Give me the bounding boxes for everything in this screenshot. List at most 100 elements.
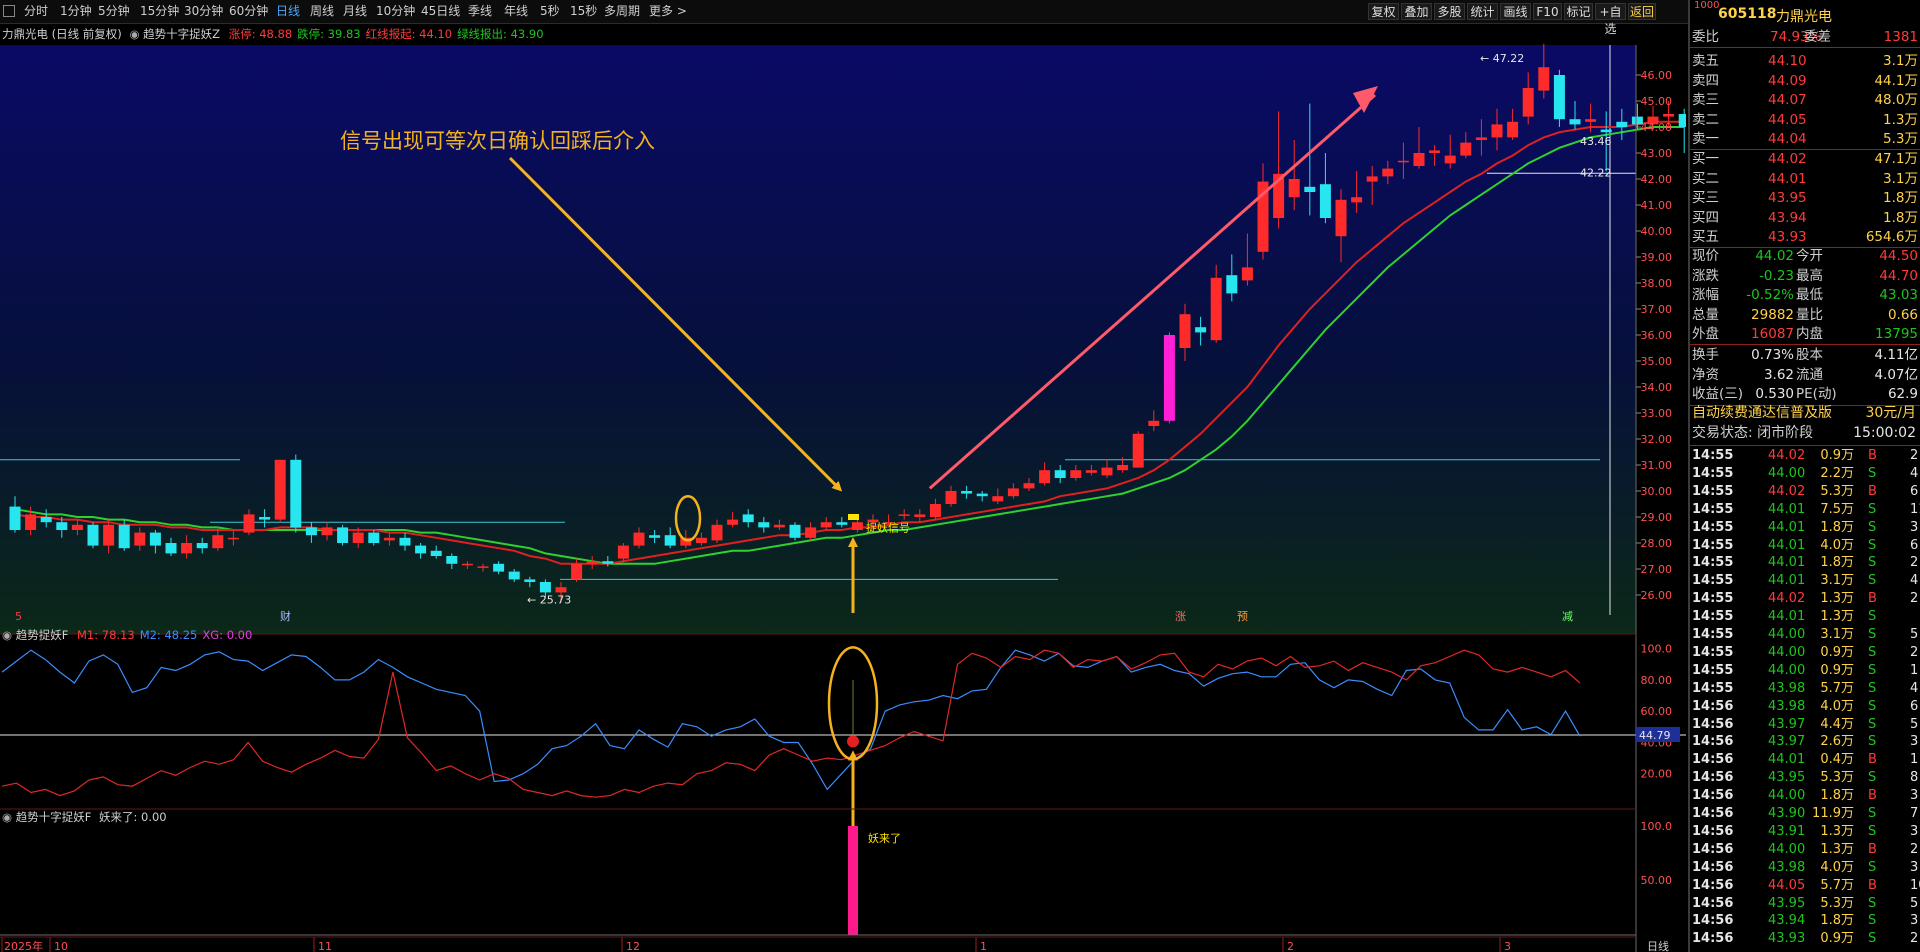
price-tick-label: 40.00: [1641, 225, 1673, 238]
candle-body: [1351, 197, 1363, 203]
weibi-row: 委比 74.93% 委差 1381: [1690, 28, 1920, 46]
period-tab-0[interactable]: 分时: [24, 0, 48, 23]
tick-row: 14:56 44.05 5.7万 B 10: [1690, 877, 1920, 895]
period-tab-8[interactable]: 月线: [343, 0, 367, 23]
price-tick-label: 42.00: [1641, 173, 1673, 186]
period-tab-6[interactable]: 日线: [276, 0, 300, 23]
period-tab-10[interactable]: 45日线: [421, 0, 460, 23]
date-label: 2: [1287, 940, 1294, 952]
tick-time: 14:56: [1692, 806, 1734, 821]
stat2-value: 3.62: [1763, 366, 1794, 383]
tick-time: 14:56: [1692, 734, 1734, 750]
tick-vol: 4.4万: [1820, 716, 1854, 732]
buy-vol: 1.8万: [1883, 209, 1918, 226]
tick-dir: S: [1868, 644, 1877, 660]
candle-body: [602, 561, 614, 564]
candle-body: [976, 493, 988, 497]
tick-dir: S: [1868, 734, 1877, 750]
period-tab-3[interactable]: 15分钟: [140, 0, 179, 23]
toolbar-button-5[interactable]: F10: [1533, 3, 1562, 20]
period-tab-13[interactable]: 5秒: [540, 0, 560, 23]
tick-vol: 1.8万: [1820, 913, 1854, 929]
period-tab-1[interactable]: 1分钟: [60, 0, 92, 23]
candle-body: [430, 550, 442, 556]
sub1-gear-icon[interactable]: ◉: [2, 628, 12, 642]
tick-count: 2: [1910, 841, 1919, 857]
candle-body: [196, 543, 208, 549]
toolbar-button-6[interactable]: 标记: [1564, 3, 1593, 20]
price-label-l2: 42.22: [1580, 166, 1612, 179]
period-tab-16[interactable]: 更多 >: [649, 0, 687, 23]
period-tab-7[interactable]: 周线: [310, 0, 334, 23]
tick-row: 14:56 43.93 0.9万 S 2: [1690, 930, 1920, 948]
period-tab-9[interactable]: 10分钟: [376, 0, 415, 23]
sub1-value-2: XG: 0.00: [202, 628, 253, 642]
toolbar-button-8[interactable]: 返回: [1628, 3, 1656, 20]
candle-body: [1039, 470, 1051, 484]
candle-body: [617, 545, 629, 559]
tick-dir: S: [1868, 716, 1877, 732]
tick-dir: S: [1868, 770, 1877, 786]
stat-label: 涨跌: [1692, 267, 1719, 284]
period-tab-5[interactable]: 60分钟: [229, 0, 268, 23]
toolbar-button-0[interactable]: 复权: [1368, 3, 1399, 20]
sub2-gear-icon[interactable]: ◉: [2, 810, 12, 824]
price-pane-bg: [0, 45, 1636, 634]
tick-row: 14:56 43.94 1.8万 S 3: [1690, 912, 1920, 930]
period-tab-15[interactable]: 多周期: [604, 0, 640, 23]
sub2-value: 妖来了: 0.00: [98, 810, 167, 824]
period-tab-11[interactable]: 季线: [468, 0, 492, 23]
tick-row: 14:56 43.98 4.0万 S 6: [1690, 698, 1920, 716]
buy-price: 43.93: [1768, 229, 1807, 245]
candle-body: [493, 563, 505, 572]
sell-price: 44.09: [1768, 72, 1807, 89]
sell-vol: 3.1万: [1883, 53, 1918, 69]
candle-body: [992, 496, 1004, 502]
period-tab-2[interactable]: 5分钟: [98, 0, 130, 23]
tick-price: 43.98: [1768, 680, 1806, 696]
toolbar-button-2[interactable]: 多股: [1434, 3, 1465, 20]
sell-label: 卖五: [1692, 53, 1719, 69]
buy-price: 44.01: [1768, 170, 1807, 187]
chart-canvas[interactable]: 捉妖信号 ← 47.22 ← 25.73 43.46 42.22 5 财 涨 预 减 妖来了 46…: [0, 23, 1686, 952]
toolbar-button-1[interactable]: 叠加: [1401, 3, 1432, 20]
candle-body: [539, 582, 551, 593]
stat-label: 量比: [1796, 306, 1823, 323]
marker-m1: 5: [15, 610, 22, 623]
tick-price: 43.97: [1768, 734, 1806, 750]
period-tab-4[interactable]: 30分钟: [184, 0, 223, 23]
tick-count: 2: [1910, 644, 1919, 660]
tick-count: 2: [1910, 931, 1919, 947]
tick-vol: 5.7万: [1820, 877, 1854, 893]
menu-square-icon[interactable]: [3, 5, 15, 17]
candle-body: [1023, 483, 1035, 489]
indicator-pane-2: 妖来了: [0, 826, 1636, 936]
candle-body: [415, 545, 427, 554]
candle-body: [40, 517, 52, 523]
tick-dir: B: [1868, 841, 1877, 857]
candle-body: [1054, 470, 1066, 478]
stat-label: 现价: [1692, 248, 1719, 264]
period-tab-14[interactable]: 15秒: [570, 0, 597, 23]
tick-time: 14:55: [1692, 555, 1734, 571]
toolbar-button-3[interactable]: 统计: [1467, 3, 1498, 20]
sub2-title[interactable]: 趋势十字捉妖F: [16, 810, 92, 824]
sell-row-3: 卖二 44.05 1.3万: [1690, 111, 1920, 129]
candle-body: [1585, 119, 1597, 122]
tick-price: 44.00: [1768, 841, 1806, 857]
toolbar-button-4[interactable]: 画线: [1500, 3, 1531, 20]
sub1-tick-label: 100.0: [1641, 643, 1673, 656]
period-tab-12[interactable]: 年线: [504, 0, 528, 23]
sell-vol: 48.0万: [1874, 92, 1918, 108]
tick-count: 6: [1910, 698, 1919, 714]
sub1-title[interactable]: 趋势捉妖F: [16, 628, 69, 642]
stat-value: -0.52%: [1746, 287, 1794, 303]
toolbar-button-7[interactable]: +自选: [1595, 3, 1626, 36]
tick-dir: B: [1868, 788, 1877, 804]
candle-body: [399, 537, 411, 546]
tick-count: 11: [1910, 501, 1920, 517]
tick-row: 14:55 44.01 1.3万 S: [1690, 608, 1920, 626]
candle-body: [1616, 121, 1628, 127]
tick-row: 14:56 43.95 5.3万 S 5: [1690, 895, 1920, 913]
promo-text[interactable]: 自动续费通达信普及版: [1692, 404, 1832, 422]
